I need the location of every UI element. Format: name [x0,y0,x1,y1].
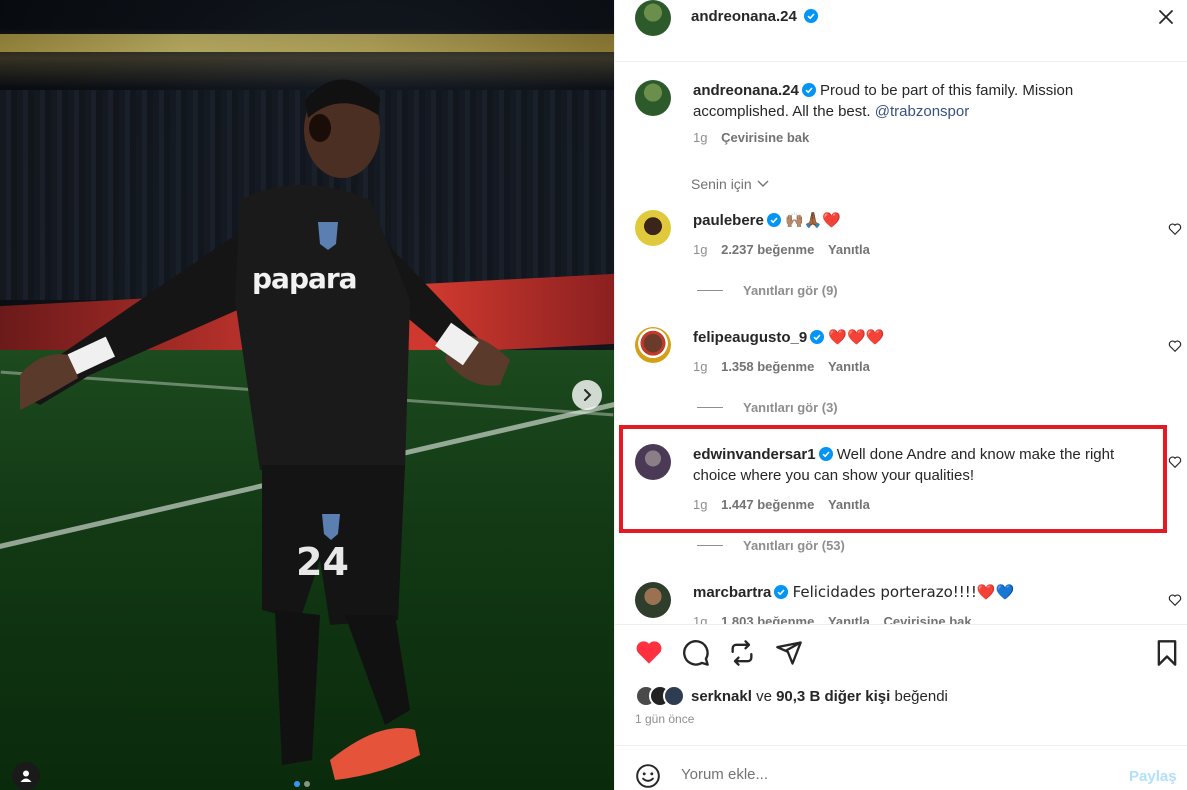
heart-filled-icon[interactable] [635,639,663,665]
avatar[interactable] [635,210,671,246]
repost-icon[interactable] [728,639,756,667]
post-header: andreonana.24 [615,0,1187,62]
comment-meta: 1g 2.237 beğenme Yanıtla [693,242,870,257]
bookmark-icon[interactable] [1155,639,1179,667]
comment-likes[interactable]: 1.803 beğenme [721,614,814,624]
view-replies-button[interactable]: Yanıtları gör (53) [697,538,845,553]
chevron-down-icon [757,180,769,187]
comment-filter-dropdown[interactable]: Senin için [691,176,770,192]
post-time[interactable]: 1 gün önce [635,712,694,726]
likes-summary[interactable]: serknakl ve 90,3 B diğer kişi beğendi [635,685,948,707]
comment-time[interactable]: 1g [693,242,707,257]
comment-input[interactable] [681,760,1101,788]
comment-icon[interactable] [682,639,710,667]
comment-body: Felicidades porterazo!!!!❤️💙 [792,583,1015,601]
avatar[interactable] [635,327,671,363]
verified-icon [766,213,781,227]
comment-text: felipeaugusto_9 ❤️❤️❤️ [693,327,1143,348]
comment-username[interactable]: paulebere [693,212,764,229]
view-replies-button[interactable]: Yanıtları gör (9) [697,283,838,298]
caption-text: andreonana.24 Proud to be part of this f… [693,80,1143,122]
avatar[interactable] [635,582,671,618]
post-photo[interactable]: papara 24 [0,0,614,790]
comment-time[interactable]: 1g [693,130,707,145]
add-comment-bar: Paylaş [615,745,1187,790]
chevron-right-icon [584,389,592,401]
verified-icon [804,9,819,23]
carousel-next-button[interactable] [572,380,602,410]
likes-connector: ve [756,687,772,705]
post-actions-bar [615,624,1187,679]
jersey-number: 24 [296,540,349,584]
avatar[interactable] [635,0,671,36]
reply-button[interactable]: Yanıtla [828,614,870,624]
jersey-sponsor-text: papara [252,262,358,295]
comment-meta: 1g 1.447 beğenme Yanıtla [693,497,870,512]
reply-button[interactable]: Yanıtla [828,242,870,257]
post-details-panel: andreonana.24 andreonana.24 Proud to be … [614,0,1187,790]
comments-clip: marcbartra Felicidades porterazo!!!!❤️💙 … [615,574,1187,624]
view-replies-label: Yanıtları gör (3) [743,400,838,415]
comment-time[interactable]: 1g [693,359,707,374]
reply-button[interactable]: Yanıtla [828,359,870,374]
reply-button[interactable]: Yanıtla [828,497,870,512]
comment-body: ❤️❤️❤️ [828,328,885,346]
carousel-dot [294,781,300,787]
comment-username[interactable]: marcbartra [693,584,771,601]
post-comment-button[interactable]: Paylaş [1129,768,1177,785]
comment-body: 🙌🏽🙏🏾❤️ [785,211,842,229]
comment-likes[interactable]: 1.447 beğenme [721,497,814,512]
user-icon [20,770,32,782]
verified-icon [810,330,825,344]
translate-link[interactable]: Çevirisine bak [721,130,809,145]
emoji-icon[interactable] [635,763,661,789]
liker-avatar [663,685,685,707]
liker-username[interactable]: serknakl [691,688,752,705]
comment-meta: 1g 1.358 beğenme Yanıtla [693,359,870,374]
comment-text: marcbartra Felicidades porterazo!!!!❤️💙 [693,582,1143,603]
avatar[interactable] [635,444,671,480]
comment-text: paulebere 🙌🏽🙏🏾❤️ [693,210,1143,231]
carousel-dot [304,781,310,787]
heart-icon[interactable] [1168,455,1182,469]
more-horizontal-icon[interactable] [1155,6,1177,28]
filter-label: Senin için [691,176,752,192]
caption-username[interactable]: andreonana.24 [693,82,799,99]
goalkeeper-figure [20,79,510,780]
comment-text: edwinvandersar1 Well done Andre and know… [693,444,1143,486]
verified-icon [818,447,833,461]
view-replies-label: Yanıtları gör (53) [743,538,845,553]
tagged-users-button[interactable] [12,762,40,790]
view-replies-button[interactable]: Yanıtları gör (3) [697,400,838,415]
comment-meta: 1g 1.803 beğenme Yanıtla Çevirisine bak [693,614,972,624]
header-username[interactable]: andreonana.24 [691,8,819,25]
mention-link[interactable]: @trabzonspor [875,103,969,120]
comment-time[interactable]: 1g [693,497,707,512]
verified-icon [774,585,789,599]
comment-username[interactable]: felipeaugusto_9 [693,329,807,346]
share-icon[interactable] [775,639,803,667]
view-replies-label: Yanıtları gör (9) [743,283,838,298]
heart-icon[interactable] [1168,339,1182,353]
verified-icon [801,83,816,97]
heart-icon[interactable] [1168,222,1182,236]
comment-username[interactable]: edwinvandersar1 [693,446,816,463]
comment-likes[interactable]: 1.358 beğenme [721,359,814,374]
username-link[interactable]: andreonana.24 [691,8,797,25]
comment-likes[interactable]: 2.237 beğenme [721,242,814,257]
heart-icon[interactable] [1168,593,1182,607]
likes-text: serknakl ve 90,3 B diğer kişi beğendi [691,688,948,705]
translate-link[interactable]: Çevirisine bak [883,614,971,624]
caption-meta: 1g Çevirisine bak [693,130,809,145]
carousel-dots [294,781,310,787]
likes-suffix: beğendi [894,687,948,705]
avatar[interactable] [635,80,671,116]
comment-time[interactable]: 1g [693,614,707,624]
likes-others[interactable]: 90,3 B diğer kişi [776,688,890,705]
